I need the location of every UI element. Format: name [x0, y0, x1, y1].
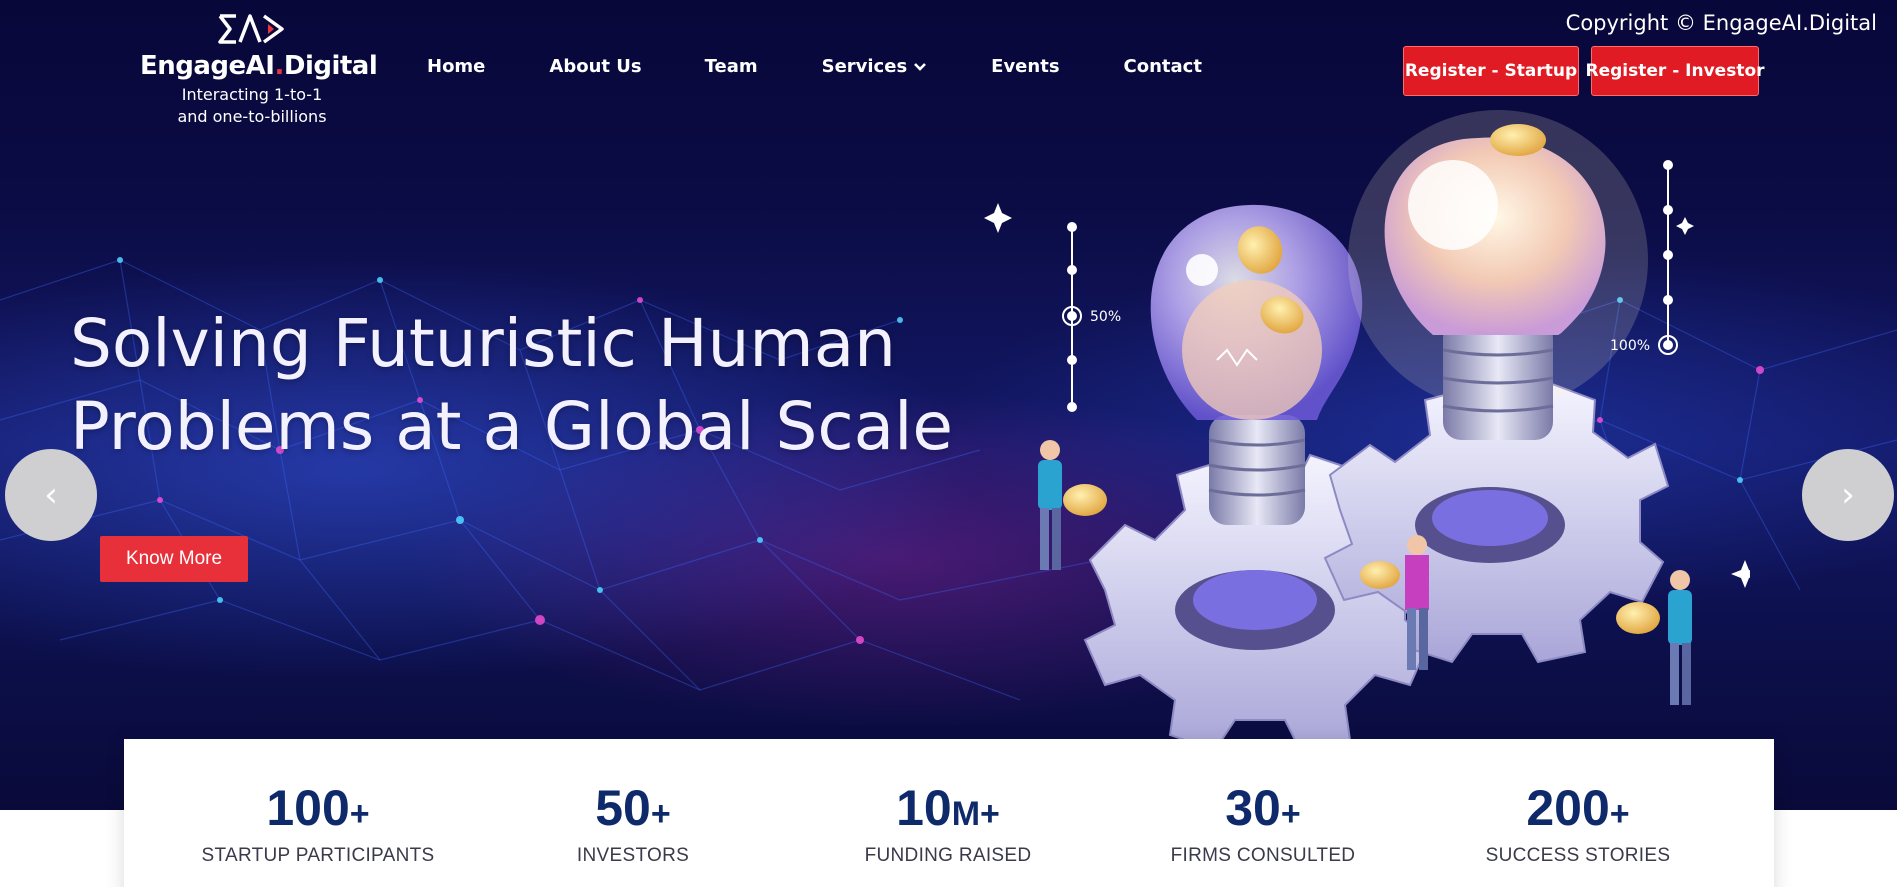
stat-value: 10M+	[896, 780, 1000, 836]
logo-mark-icon	[218, 14, 284, 44]
hero-headline-line-2: Problems at a Global Scale	[70, 388, 954, 465]
lightbulb-gears-coins-illustration: 50% 100%	[984, 110, 1750, 750]
hero-headline-line-1: Solving Futuristic Human	[70, 305, 896, 382]
stat-firms-consulted: 30+ FIRMS CONSULTED	[1113, 739, 1413, 867]
stat-label: INVESTORS	[576, 845, 690, 866]
brand-logo[interactable]: EngageAI.Digital Interacting 1-to-1 and …	[140, 12, 378, 132]
stat-value: 100+	[266, 780, 370, 836]
carousel-next-button[interactable]: ›	[1802, 449, 1894, 541]
stat-funding-raised: 10M+ FUNDING RAISED	[798, 739, 1098, 867]
stats-panel: 100+ STARTUP PARTICIPANTS 50+ INVESTORS …	[124, 739, 1774, 887]
nav-item-services-label: Services	[821, 56, 908, 77]
know-more-button[interactable]: Know More	[100, 536, 248, 582]
nav-item-team[interactable]: Team	[705, 56, 758, 77]
hero-headline: Solving Futuristic Human Problems at a G…	[70, 302, 1030, 468]
carousel-prev-button[interactable]: ‹	[5, 449, 97, 541]
brand-tagline-2: and one-to-billions	[177, 107, 327, 126]
copyright-text: Copyright © EngageAI.Digital	[1565, 11, 1877, 35]
nav-item-contact[interactable]: Contact	[1124, 56, 1202, 77]
register-startup-button[interactable]: Register - Startup	[1403, 46, 1579, 96]
stat-label: SUCCESS STORIES	[1485, 845, 1671, 866]
stat-label: FUNDING RAISED	[864, 845, 1032, 866]
stat-label: STARTUP PARTICIPANTS	[201, 845, 435, 866]
stat-success-stories: 200+ SUCCESS STORIES	[1428, 739, 1728, 867]
nav-item-services[interactable]: Services	[822, 56, 928, 77]
brand-name: EngageAI.Digital	[140, 51, 378, 81]
nav-item-events[interactable]: Events	[991, 56, 1059, 77]
nav-item-about-us[interactable]: About Us	[549, 56, 641, 77]
chevron-right-icon: ›	[1841, 475, 1855, 515]
stat-value: 200+	[1526, 780, 1630, 836]
stat-startup-participants: 100+ STARTUP PARTICIPANTS	[168, 739, 468, 867]
stat-label: FIRMS CONSULTED	[1170, 845, 1356, 866]
stat-value: 50+	[595, 780, 671, 836]
nav-item-home[interactable]: Home	[427, 56, 485, 77]
stat-investors: 50+ INVESTORS	[483, 739, 783, 867]
register-investor-button[interactable]: Register - Investor	[1586, 46, 1765, 96]
brand-tagline-1: Interacting 1-to-1	[181, 85, 323, 104]
stat-value: 30+	[1225, 780, 1301, 836]
gauge-50-label: 50%	[1090, 309, 1121, 325]
page: EngageAI.Digital Interacting 1-to-1 and …	[0, 0, 1897, 887]
main-nav: Home About Us Team Services Events Conta…	[427, 56, 1202, 77]
chevron-left-icon: ‹	[44, 475, 58, 515]
hero-section: EngageAI.Digital Interacting 1-to-1 and …	[0, 0, 1897, 810]
chevron-down-icon	[914, 62, 927, 71]
